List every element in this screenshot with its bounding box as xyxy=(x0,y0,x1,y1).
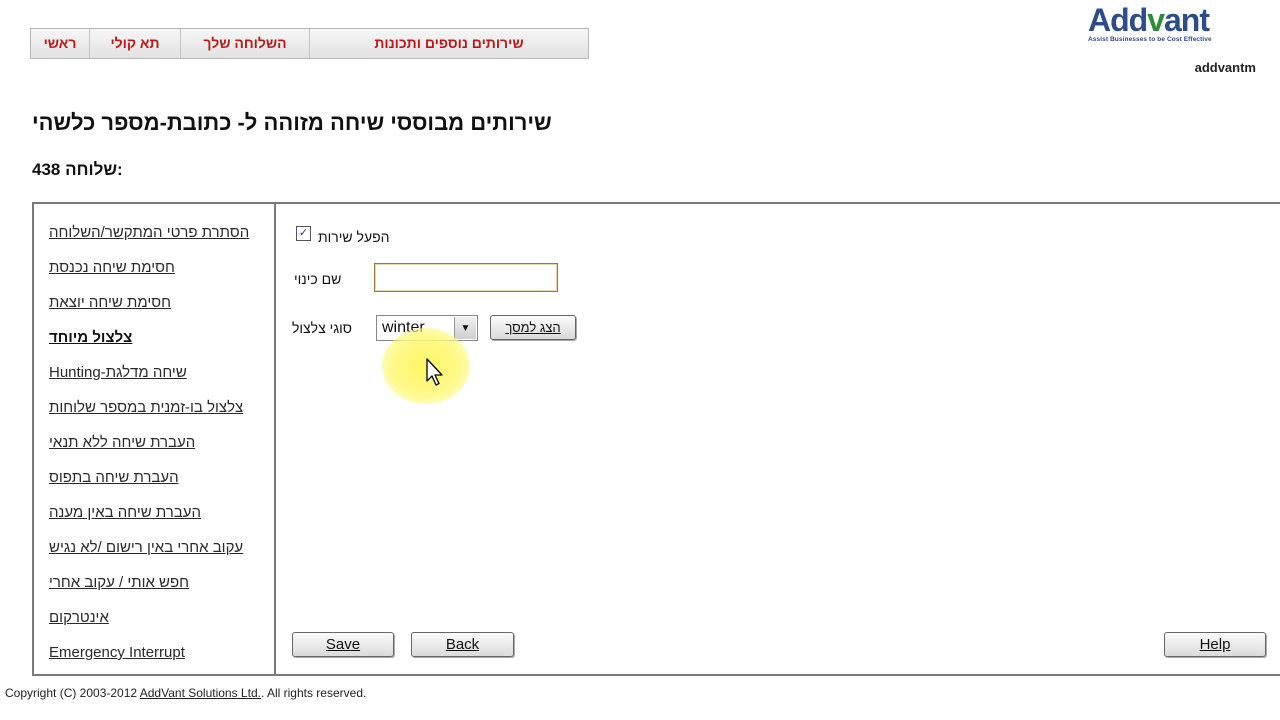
sidebar-item-forward-unconditional[interactable]: העברת שיחה ללא תנאי xyxy=(49,434,195,451)
logo-tagline: Assist Businesses to be Cost Effective xyxy=(1088,36,1212,43)
sidebar-item-intercom[interactable]: אינטרקום xyxy=(49,609,109,626)
play-ring-button[interactable]: הצג למסך xyxy=(490,315,576,340)
sidebar-item-distinctive-ring[interactable]: צלצול מיוחד xyxy=(49,329,132,346)
sidebar-item-hide-caller-id[interactable]: הסתרת פרטי המתקשר/השלוחה xyxy=(49,224,249,241)
chevron-down-icon[interactable]: ▼ xyxy=(454,317,476,339)
sidebar-item-forward-busy[interactable]: העברת שיחה בתפוס xyxy=(49,469,179,486)
sidebar-item-forward-no-answer[interactable]: העברת שיחה באין מענה xyxy=(49,504,201,521)
footer: Copyright (C) 2003-2012 AddVant Solution… xyxy=(5,686,366,700)
copyright-text: Copyright (C) 2003-2012 xyxy=(5,686,140,700)
enable-service-label: הפעל שירות xyxy=(318,229,390,245)
username: addvantm xyxy=(1194,60,1256,75)
extension-label: שלוחה: xyxy=(65,160,123,179)
content-panel: ✓ הפעל שירות שם כינוי סוגי צלצול winter … xyxy=(276,204,1280,674)
enable-service-checkbox[interactable]: ✓ xyxy=(296,226,311,241)
sidebar: הסתרת פרטי המתקשר/השלוחה חסימת שיחה נכנס… xyxy=(34,204,276,674)
logo-wordmark: Addvant xyxy=(1088,2,1210,38)
mouse-cursor-icon xyxy=(426,358,443,386)
sidebar-item-simultaneous-ring[interactable]: צלצול בו-זמנית במספר שלוחות xyxy=(49,399,243,416)
rights-text: . All rights reserved. xyxy=(260,686,367,700)
extension-info: 438 שלוחה: xyxy=(32,160,123,180)
back-button[interactable]: Back xyxy=(411,632,514,657)
company-link[interactable]: AddVant Solutions Ltd. xyxy=(140,686,261,700)
sidebar-item-block-outgoing[interactable]: חסימת שיחה יוצאת xyxy=(49,294,171,311)
sidebar-item-block-incoming[interactable]: חסימת שיחה נכנסת xyxy=(49,259,175,276)
top-nav: ראשי תא קולי השלוחה שלך שירותים נוספים ו… xyxy=(30,28,589,59)
sidebar-item-follow-unregistered[interactable]: עקוב אחרי באין רישום /לא נגיש xyxy=(49,539,243,556)
main-frame: הסתרת פרטי המתקשר/השלוחה חסימת שיחה נכנס… xyxy=(32,202,1280,676)
extension-number: 438 xyxy=(32,160,61,179)
save-button[interactable]: Save xyxy=(292,632,394,657)
nickname-label: שם כינוי xyxy=(294,271,342,287)
sidebar-item-emergency-interrupt[interactable]: Emergency Interrupt xyxy=(49,644,185,661)
page-title: שירותים מבוססי שיחה מזוהה ל- כתובת-מספר … xyxy=(32,110,552,135)
tab-voicemail[interactable]: תא קולי xyxy=(90,29,181,58)
tab-home[interactable]: ראשי xyxy=(31,29,90,58)
nickname-input[interactable] xyxy=(374,263,558,292)
help-button[interactable]: Help xyxy=(1164,632,1266,657)
sidebar-item-find-me-follow-me[interactable]: חפש אותי / עקוב אחרי xyxy=(49,574,189,591)
addvant-logo: Addvant Assist Businesses to be Cost Eff… xyxy=(1088,4,1258,43)
ring-type-label: סוגי צלצול xyxy=(292,320,352,336)
sidebar-item-hunting[interactable]: Hunting-שיחה מדלגת xyxy=(49,364,187,381)
tab-additional-services[interactable]: שירותים נוספים ותכונות xyxy=(310,29,588,58)
tab-your-extension[interactable]: השלוחה שלך xyxy=(181,29,310,58)
